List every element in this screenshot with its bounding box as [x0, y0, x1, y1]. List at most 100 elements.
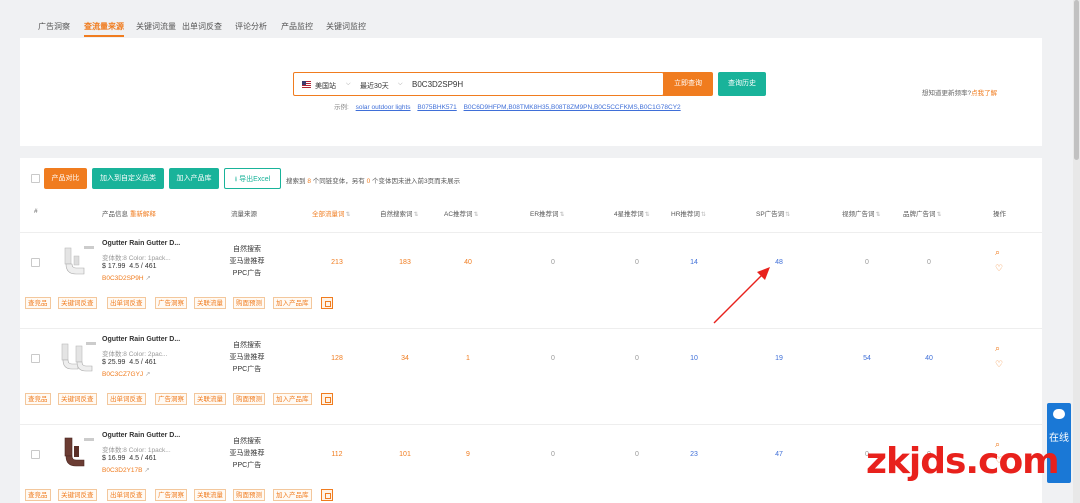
cell-4star[interactable]: 0 [617, 259, 657, 266]
tab-keyword-traffic[interactable]: 关键词流量 [136, 21, 176, 32]
tag-order-reverse[interactable]: 出单词反查 [107, 489, 146, 501]
tab-keyword-monitor[interactable]: 关键词监控 [326, 21, 366, 32]
cell-4star[interactable]: 0 [617, 355, 657, 362]
product-title[interactable]: Ogutter Rain Gutter D... [102, 432, 180, 439]
cell-ac[interactable]: 9 [448, 451, 488, 458]
calendar-icon[interactable] [321, 297, 333, 309]
row-checkbox[interactable] [31, 354, 40, 363]
heart-icon[interactable]: ♡ [995, 359, 1003, 370]
example-link[interactable]: B075BHK571 [417, 104, 456, 111]
cell-brand[interactable]: 0 [909, 259, 949, 266]
compare-button[interactable]: 产品对比 [44, 168, 87, 189]
example-link[interactable]: solar outdoor lights [356, 104, 411, 111]
product-column-link[interactable]: 重新解释 [130, 211, 156, 218]
cell-ac[interactable]: 1 [448, 355, 488, 362]
export-excel-button[interactable]: ⭳ 导出Excel [224, 168, 281, 189]
tag-order-reverse[interactable]: 出单词反查 [107, 393, 146, 405]
col-er[interactable]: ER推荐词⇅ [530, 208, 565, 218]
tag-keyword-reverse[interactable]: 关键词反查 [58, 393, 97, 405]
cell-er[interactable]: 0 [533, 355, 573, 362]
search-icon[interactable]: ⌕ [995, 343, 1000, 354]
cell-hr[interactable]: 10 [674, 355, 714, 362]
tag-ad-insight[interactable]: 广告洞察 [155, 393, 187, 405]
tab-ad-insight[interactable]: 广告洞察 [38, 21, 70, 32]
add-custom-category-button[interactable]: 加入到自定义品类 [92, 168, 164, 189]
cell-brand[interactable]: 40 [909, 355, 949, 362]
tag-add-library[interactable]: 加入产品库 [273, 489, 312, 501]
chevron-down-icon[interactable]: ⌵ [398, 81, 403, 88]
scrollbar-thumb[interactable] [1074, 0, 1079, 160]
select-all-checkbox[interactable] [31, 174, 40, 183]
calendar-icon[interactable] [321, 489, 333, 501]
cell-video[interactable]: 0 [847, 259, 887, 266]
chevron-down-icon[interactable]: ⌵ [346, 81, 351, 88]
cell-organic[interactable]: 101 [385, 451, 425, 458]
tag-related-traffic[interactable]: 关联流量 [194, 393, 226, 405]
col-video[interactable]: 视频广告词⇅ [842, 208, 881, 218]
cell-er[interactable]: 0 [533, 451, 573, 458]
cell-total[interactable]: 213 [317, 259, 357, 266]
tag-add-library[interactable]: 加入产品库 [273, 297, 312, 309]
cell-total[interactable]: 112 [317, 451, 357, 458]
row-checkbox[interactable] [31, 450, 40, 459]
asin-input[interactable] [412, 77, 652, 92]
tab-product-monitor[interactable]: 产品监控 [281, 21, 313, 32]
source-amazon: 亚马逊推荐 [229, 258, 265, 265]
col-total[interactable]: 全部流量词⇅ [312, 208, 351, 218]
cell-4star[interactable]: 0 [617, 451, 657, 458]
col-brand[interactable]: 品牌广告词⇅ [903, 208, 942, 218]
query-button[interactable]: 立即查询 [663, 72, 713, 96]
cell-total[interactable]: 128 [317, 355, 357, 362]
add-library-button[interactable]: 加入产品库 [169, 168, 219, 189]
col-sp[interactable]: SP广告词⇅ [756, 208, 790, 218]
calendar-icon[interactable] [321, 393, 333, 405]
tag-keyword-reverse[interactable]: 关键词反查 [58, 489, 97, 501]
col-4star[interactable]: 4星推荐词⇅ [614, 208, 650, 218]
history-button[interactable]: 查询历史 [718, 72, 766, 96]
tab-review-analysis[interactable]: 评论分析 [235, 21, 267, 32]
cell-organic[interactable]: 183 [385, 259, 425, 266]
tab-order-keyword[interactable]: 出单词反查 [182, 21, 222, 32]
tab-traffic-source[interactable]: 查流量来源 [84, 21, 124, 37]
promo-link[interactable]: 点我了解 [971, 90, 997, 97]
product-asin[interactable]: B0C3D2SP9H ↗ [102, 274, 151, 282]
tag-forecast[interactable]: 购面预测 [233, 489, 265, 501]
cell-sp[interactable]: 47 [759, 451, 799, 458]
product-thumbnail[interactable] [56, 336, 100, 380]
cell-hr[interactable]: 23 [674, 451, 714, 458]
tag-order-reverse[interactable]: 出单词反查 [107, 297, 146, 309]
tag-related-traffic[interactable]: 关联流量 [194, 297, 226, 309]
col-ac[interactable]: AC推荐词⇅ [444, 208, 479, 218]
tag-competitor[interactable]: 查竞品 [25, 297, 51, 309]
tag-ad-insight[interactable]: 广告洞察 [155, 489, 187, 501]
product-thumbnail[interactable] [56, 432, 100, 476]
tag-competitor[interactable]: 查竞品 [25, 393, 51, 405]
site-select[interactable]: 美国站 [315, 81, 336, 91]
product-title[interactable]: Ogutter Rain Gutter D... [102, 336, 180, 343]
product-thumbnail[interactable] [56, 240, 100, 284]
cell-er[interactable]: 0 [533, 259, 573, 266]
col-hr[interactable]: HR推荐词⇅ [671, 208, 706, 218]
example-link[interactable]: B0C6D9HFPM,B08TMK8H35,B08T8ZM9PN,B0C5CCF… [464, 104, 681, 111]
cell-organic[interactable]: 34 [385, 355, 425, 362]
col-organic[interactable]: 自然搜索词⇅ [380, 208, 419, 218]
tag-related-traffic[interactable]: 关联流量 [194, 489, 226, 501]
row-checkbox[interactable] [31, 258, 40, 267]
cell-sp[interactable]: 19 [759, 355, 799, 362]
tag-add-library[interactable]: 加入产品库 [273, 393, 312, 405]
tag-forecast[interactable]: 购面预测 [233, 393, 265, 405]
tag-ad-insight[interactable]: 广告洞察 [155, 297, 187, 309]
range-select[interactable]: 最近30天 [360, 81, 389, 91]
cell-video[interactable]: 54 [847, 355, 887, 362]
product-asin[interactable]: B0C3D2Y17B ↗ [102, 466, 150, 474]
tag-keyword-reverse[interactable]: 关键词反查 [58, 297, 97, 309]
search-icon[interactable]: ⌕ [995, 247, 1000, 258]
cell-ac[interactable]: 40 [448, 259, 488, 266]
col-organic-label: 自然搜索词 [380, 211, 413, 218]
product-asin[interactable]: B0C3CZ7GYJ ↗ [102, 370, 150, 378]
tag-forecast[interactable]: 购面预测 [233, 297, 265, 309]
tag-competitor[interactable]: 查竞品 [25, 489, 51, 501]
update-frequency-hint: 想知道更新频率?点我了解 [922, 87, 997, 97]
heart-icon[interactable]: ♡ [995, 263, 1003, 274]
product-title[interactable]: Ogutter Rain Gutter D... [102, 240, 180, 247]
